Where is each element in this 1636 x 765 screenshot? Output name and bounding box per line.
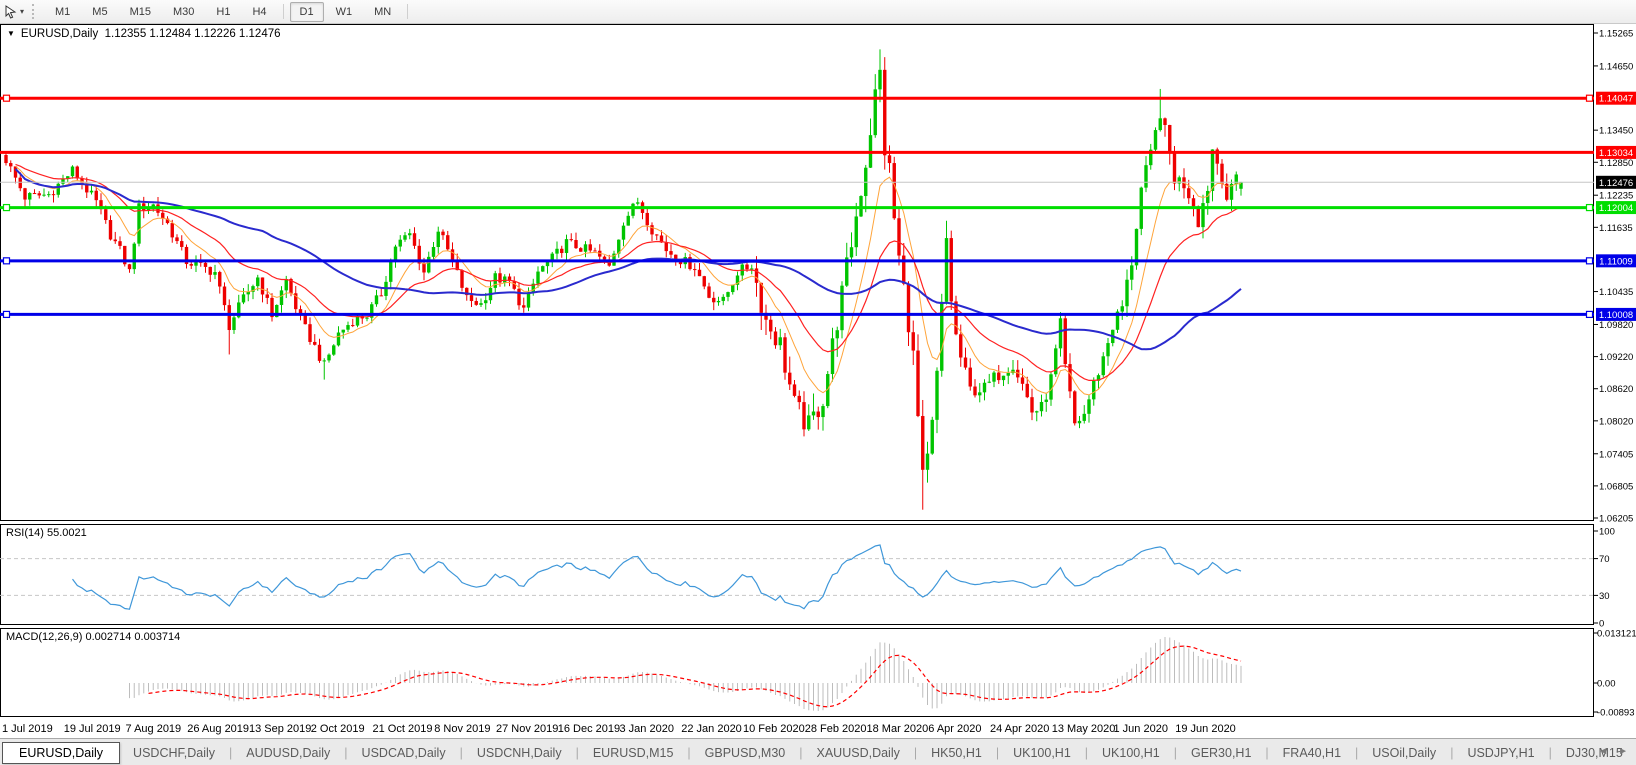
toolbar-separator: [407, 4, 409, 19]
svg-text:1.12235: 1.12235: [1599, 191, 1633, 202]
price-label-1.10008: 1.10008: [1596, 307, 1636, 321]
svg-text:1.11009: 1.11009: [1599, 256, 1633, 267]
chart-tab-xauusd-daily[interactable]: XAUUSD,Daily: [804, 743, 913, 763]
svg-text:100: 100: [1599, 527, 1615, 538]
svg-text:1.09220: 1.09220: [1599, 352, 1633, 363]
svg-text:1.07405: 1.07405: [1599, 449, 1633, 460]
svg-text:28 Feb 2020: 28 Feb 2020: [805, 723, 867, 735]
rsi-indicator-label: RSI(14) 55.0021: [6, 527, 87, 539]
chart-tab-audusd-daily[interactable]: AUDUSD,Daily: [233, 743, 343, 763]
svg-text:1.06205: 1.06205: [1599, 514, 1633, 525]
svg-text:3 Jan 2020: 3 Jan 2020: [620, 723, 674, 735]
svg-text:18 Mar 2020: 18 Mar 2020: [867, 723, 929, 735]
svg-text:1.12850: 1.12850: [1599, 158, 1633, 169]
chart-tab-usdcad-daily[interactable]: USDCAD,Daily: [349, 743, 459, 763]
timeframe-button-m1[interactable]: M1: [45, 2, 80, 22]
chart-tab-usdchf-daily[interactable]: USDCHF,Daily: [120, 743, 228, 763]
svg-text:-0.00893: -0.00893: [1597, 708, 1635, 719]
svg-text:0.013121: 0.013121: [1597, 629, 1636, 640]
timeframe-button-h4[interactable]: H4: [242, 2, 276, 22]
svg-text:19 Jul 2019: 19 Jul 2019: [64, 723, 121, 735]
svg-text:1.10435: 1.10435: [1599, 287, 1633, 298]
price-label-1.12004: 1.12004: [1596, 201, 1636, 215]
svg-text:1 Jun 2020: 1 Jun 2020: [1114, 723, 1168, 735]
price-label-1.13034: 1.13034: [1596, 145, 1636, 159]
svg-text:1.13034: 1.13034: [1599, 148, 1633, 159]
timeframe-button-mn[interactable]: MN: [364, 2, 401, 22]
chart-tab-fra40-h1[interactable]: FRA40,H1: [1270, 743, 1354, 763]
chart-tab-gbpusd-m30[interactable]: GBPUSD,M30: [692, 743, 799, 763]
svg-text:27 Nov 2019: 27 Nov 2019: [496, 723, 558, 735]
svg-text:16 Dec 2019: 16 Dec 2019: [558, 723, 620, 735]
macd-indicator-label: MACD(12,26,9) 0.002714 0.003714: [6, 631, 181, 643]
chart-tab-uk100-h1[interactable]: UK100,H1: [1089, 743, 1173, 763]
chart-title: ▼ EURUSD,Daily 1.12355 1.12484 1.12226 1.…: [7, 28, 281, 40]
svg-text:1.15265: 1.15265: [1599, 29, 1633, 40]
toolbar-grip[interactable]: [32, 4, 38, 19]
svg-text:26 Aug 2019: 26 Aug 2019: [187, 723, 249, 735]
chart-tab-eurusd-daily[interactable]: EURUSD,Daily: [2, 741, 121, 764]
timeframe-button-h1[interactable]: H1: [206, 2, 240, 22]
chart-ohlc-readout: 1.12355 1.12484 1.12226 1.12476: [104, 28, 281, 40]
svg-text:19 Jun 2020: 19 Jun 2020: [1175, 723, 1236, 735]
chart-canvas[interactable]: 1.15265 1.14650 1.13450 1.12850 1.12235 1.116…: [0, 0, 1636, 738]
chart-tab-ger30-h1[interactable]: GER30,H1: [1178, 743, 1264, 763]
timeframe-button-m5[interactable]: M5: [82, 2, 117, 22]
price-label-1.11009: 1.11009: [1596, 254, 1636, 268]
svg-text:1.14047: 1.14047: [1599, 94, 1633, 105]
price-label-1.14047: 1.14047: [1596, 91, 1636, 105]
svg-text:7 Aug 2019: 7 Aug 2019: [126, 723, 182, 735]
svg-text:1.13450: 1.13450: [1599, 126, 1633, 137]
svg-text:1.12476: 1.12476: [1599, 178, 1633, 189]
svg-text:1.14650: 1.14650: [1599, 61, 1633, 72]
toolbar-separator: [282, 4, 284, 19]
tab-scroll-controls: ◄ ►: [1598, 746, 1628, 757]
svg-text:1.09820: 1.09820: [1599, 320, 1633, 331]
timeframe-button-d1[interactable]: D1: [289, 1, 324, 22]
price-label-1.12476: 1.12476: [1596, 175, 1636, 189]
chart-tab-usdjpy-h1[interactable]: USDJPY,H1: [1454, 743, 1547, 763]
svg-text:1.12004: 1.12004: [1599, 203, 1633, 214]
svg-text:13 May 2020: 13 May 2020: [1052, 723, 1116, 735]
svg-text:70: 70: [1599, 554, 1610, 565]
macd-panel[interactable]: [0, 628, 1594, 717]
svg-text:8 Nov 2019: 8 Nov 2019: [434, 723, 490, 735]
chart-tab-uk100-h1[interactable]: UK100,H1: [1000, 743, 1084, 763]
svg-text:1.11635: 1.11635: [1599, 223, 1633, 234]
svg-text:30: 30: [1599, 591, 1610, 602]
svg-text:0.00: 0.00: [1597, 679, 1616, 690]
timeframe-button-m30[interactable]: M30: [163, 2, 204, 22]
chart-tab-eurusd-m15[interactable]: EURUSD,M15: [580, 743, 687, 763]
chart-symbol-label: EURUSD,Daily: [20, 28, 99, 40]
timeframe-button-w1[interactable]: W1: [326, 2, 363, 22]
timeframe-button-m15[interactable]: M15: [120, 2, 161, 22]
price-axis[interactable]: 1.15265 1.14650 1.13450 1.12850 1.12235 1.116…: [1594, 29, 1636, 719]
svg-text:10 Feb 2020: 10 Feb 2020: [743, 723, 805, 735]
svg-text:1.08620: 1.08620: [1599, 384, 1633, 395]
chart-tab-bar: EURUSD,Daily USDCHF,Daily | AUDUSD,Daily | US…: [0, 738, 1636, 765]
tool-dropdown-caret[interactable]: ▾: [20, 7, 24, 16]
svg-text:2 Oct 2019: 2 Oct 2019: [311, 723, 365, 735]
svg-text:24 Apr 2020: 24 Apr 2020: [990, 723, 1049, 735]
rsi-panel[interactable]: [0, 524, 1594, 625]
cursor-tool-button[interactable]: ▾: [1, 3, 27, 21]
date-axis[interactable]: 1 Jul 2019 19 Jul 2019 7 Aug 2019 26 Aug 20…: [2, 723, 1236, 735]
chart-tab-hk50-h1[interactable]: HK50,H1: [918, 743, 995, 763]
tab-scroll-right-icon[interactable]: ►: [1618, 746, 1628, 757]
svg-text:21 Oct 2019: 21 Oct 2019: [373, 723, 433, 735]
svg-text:1.10008: 1.10008: [1599, 310, 1633, 321]
tab-scroll-left-icon[interactable]: ◄: [1598, 746, 1608, 757]
chart-tab-usdcnh-daily[interactable]: USDCNH,Daily: [464, 743, 575, 763]
toolbar: ▾ M1 M5 M15 M30 H1 H4 D1 W1 MN: [0, 0, 1636, 24]
svg-text:1.08020: 1.08020: [1599, 416, 1633, 427]
collapse-objects-icon[interactable]: ▼: [7, 29, 15, 38]
mt4-terminal-window: { "toolbar": { "cursor_tool": "cursor-to…: [0, 0, 1636, 765]
svg-text:1 Jul 2019: 1 Jul 2019: [2, 723, 53, 735]
chart-tab-usoil-daily[interactable]: USOil,Daily: [1359, 743, 1449, 763]
svg-text:13 Sep 2019: 13 Sep 2019: [249, 723, 311, 735]
svg-text:6 Apr 2020: 6 Apr 2020: [928, 723, 981, 735]
svg-text:1.06805: 1.06805: [1599, 481, 1633, 492]
svg-text:22 Jan 2020: 22 Jan 2020: [681, 723, 742, 735]
cursor-icon: [5, 4, 17, 19]
